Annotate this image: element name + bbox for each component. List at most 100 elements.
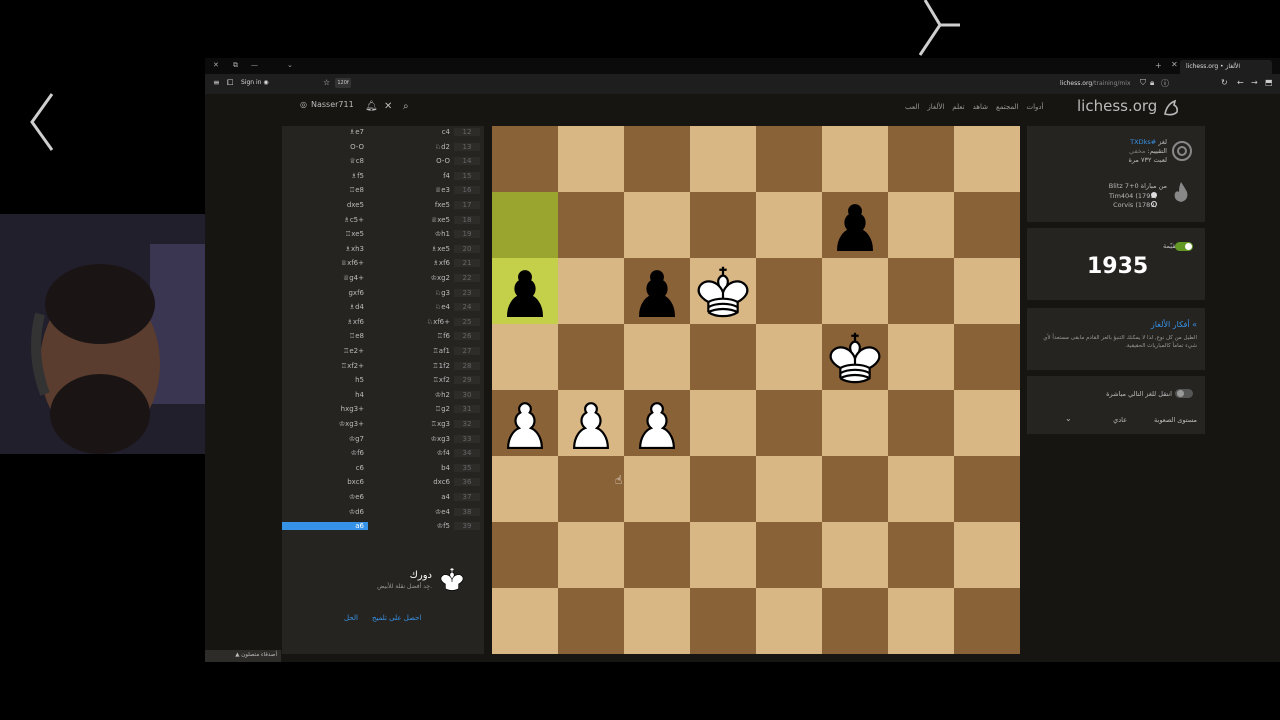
move-black[interactable]: bxc6	[282, 478, 368, 486]
move-white[interactable]: ♖f6	[370, 332, 450, 340]
board-square[interactable]	[756, 324, 822, 390]
move-black[interactable]: h4	[282, 391, 368, 399]
move-white[interactable]: f4	[370, 172, 450, 180]
board-square[interactable]	[888, 390, 954, 456]
board-square[interactable]	[954, 588, 1020, 654]
friends-online-bar[interactable]: أصدقاء متصلون ▲	[205, 650, 281, 662]
move-black[interactable]: ♔g7	[282, 435, 368, 443]
move-black[interactable]: ♕g4+	[282, 274, 368, 282]
move-white[interactable]: dxc6	[370, 478, 450, 486]
move-white[interactable]: c4	[370, 128, 450, 136]
board-square[interactable]	[888, 126, 954, 192]
close-tab-icon[interactable]: ✕	[1171, 60, 1178, 69]
site-brand[interactable]: lichess.org	[1077, 97, 1157, 115]
bell-icon[interactable]: 🔔︎	[365, 101, 378, 112]
move-white[interactable]: ♘xf6+	[370, 318, 450, 326]
board-square[interactable]	[954, 522, 1020, 588]
white-king-piece[interactable]	[822, 324, 888, 390]
move-white[interactable]: ♔xg2	[370, 274, 450, 282]
new-tab-icon[interactable]: +	[1155, 61, 1162, 70]
nav-learn[interactable]: تعلم	[952, 103, 964, 111]
hint-link[interactable]: احصل على تلميح	[372, 614, 421, 622]
board-square[interactable]	[954, 456, 1020, 522]
board-square[interactable]	[558, 258, 624, 324]
move-white[interactable]: b4	[370, 464, 450, 472]
back-icon[interactable]: ←	[1237, 78, 1244, 87]
move-black[interactable]: ♗d4	[282, 303, 368, 311]
board-square[interactable]	[492, 588, 558, 654]
chess-board[interactable]	[492, 126, 1020, 654]
board-square[interactable]	[690, 390, 756, 456]
board-square[interactable]	[888, 258, 954, 324]
black-pawn-piece[interactable]	[624, 258, 690, 324]
board-square[interactable]	[954, 258, 1020, 324]
address-bar[interactable]: lichess.org/training/mix	[1060, 80, 1131, 87]
solution-link[interactable]: الحل	[344, 614, 358, 622]
move-black[interactable]: ♗e7	[282, 128, 368, 136]
info-icon[interactable]: ⓘ	[1161, 78, 1169, 89]
move-black[interactable]: h5	[282, 376, 368, 384]
move-white[interactable]: O-O	[370, 157, 450, 165]
board-square[interactable]	[822, 456, 888, 522]
board-square[interactable]	[954, 126, 1020, 192]
board-square[interactable]	[624, 324, 690, 390]
move-black[interactable]: c6	[282, 464, 368, 472]
player-white-link[interactable]: Tim404 (1793)	[1109, 192, 1157, 200]
move-black[interactable]: ♖e8	[282, 332, 368, 340]
nav-tools[interactable]: أدوات	[1027, 103, 1044, 111]
board-square[interactable]	[888, 522, 954, 588]
move-white[interactable]: ♔h2	[370, 391, 450, 399]
forward-icon[interactable]: →	[1251, 78, 1258, 87]
move-black[interactable]: dxe5	[282, 201, 368, 209]
nav-puzzles[interactable]: الألغاز	[927, 103, 944, 111]
move-white[interactable]: ♗xf6	[370, 259, 450, 267]
board-square[interactable]	[756, 192, 822, 258]
move-black[interactable]: a6	[282, 522, 368, 531]
board-square[interactable]	[624, 126, 690, 192]
move-white[interactable]: ♗xe5	[370, 245, 450, 253]
move-black[interactable]: ♗xh3	[282, 245, 368, 253]
puzzle-id-link[interactable]: #TXDks	[1130, 138, 1156, 146]
move-white[interactable]: ♘d2	[370, 143, 450, 151]
board-square[interactable]	[624, 522, 690, 588]
board-square[interactable]	[756, 456, 822, 522]
board-square[interactable]	[756, 390, 822, 456]
close-icon[interactable]: ✕	[384, 101, 392, 112]
move-white[interactable]: ♘g3	[370, 289, 450, 297]
move-black[interactable]: ♗c5+	[282, 216, 368, 224]
move-black[interactable]: ♖xe5	[282, 230, 368, 238]
nav-watch[interactable]: شاهد	[973, 103, 988, 111]
move-black[interactable]: ♗xf6	[282, 318, 368, 326]
move-white[interactable]: ♖1f2	[370, 362, 450, 370]
move-black[interactable]: ♔xg3+	[282, 420, 368, 428]
board-square[interactable]	[492, 324, 558, 390]
board-square[interactable]	[558, 588, 624, 654]
board-square[interactable]	[492, 192, 558, 258]
move-black[interactable]: ♖xf2+	[282, 362, 368, 370]
auto-next-toggle[interactable]	[1175, 389, 1193, 398]
move-black[interactable]: ♔e6	[282, 493, 368, 501]
move-black[interactable]: ♕xf6+	[282, 259, 368, 267]
shield-icon[interactable]: ⛉	[1140, 78, 1146, 88]
downloads-icon[interactable]: ⬒	[1265, 78, 1273, 87]
board-square[interactable]	[690, 588, 756, 654]
move-white[interactable]: ♖g2	[370, 405, 450, 413]
move-black[interactable]: ♖e2+	[282, 347, 368, 355]
nav-community[interactable]: المجتمع	[996, 103, 1019, 111]
black-pawn-piece[interactable]	[492, 258, 558, 324]
sign-in-button[interactable]: Sign in ◉	[241, 79, 269, 86]
search-icon[interactable]: ⌕	[403, 101, 409, 112]
board-square[interactable]	[624, 192, 690, 258]
star-icon[interactable]: ☆	[323, 78, 330, 87]
board-square[interactable]	[690, 192, 756, 258]
board-square[interactable]	[888, 588, 954, 654]
move-white[interactable]: ♘e4	[370, 303, 450, 311]
board-square[interactable]	[492, 456, 558, 522]
move-black[interactable]: ♔d6	[282, 508, 368, 516]
board-square[interactable]	[558, 522, 624, 588]
lichess-logo-icon[interactable]	[1161, 98, 1181, 118]
board-square[interactable]	[690, 126, 756, 192]
move-white[interactable]: ♖af1	[370, 347, 450, 355]
white-pawn-piece[interactable]	[558, 390, 624, 456]
board-square[interactable]	[558, 456, 624, 522]
